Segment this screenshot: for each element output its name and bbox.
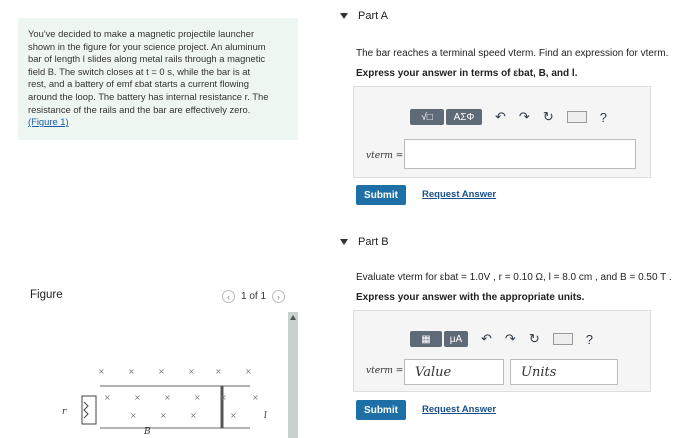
keyboard-icon[interactable] (566, 111, 587, 123)
magnetic-field-x: × × × × × × × × × × × × × × × × (98, 367, 259, 420)
matrix-button[interactable]: √□ (410, 109, 444, 125)
units-input[interactable]: Units (510, 359, 618, 385)
redo-icon[interactable]: ↷ (519, 109, 530, 125)
caret-down-icon (340, 239, 348, 245)
part-b-answer-box: ▦ μA ↶ ↷ ↻ ? vterm = Value Units (353, 310, 651, 392)
svg-text:×: × (104, 393, 111, 402)
svg-text:×: × (160, 411, 167, 420)
problem-line: field B. The switch closes at t = 0 s, w… (28, 65, 251, 77)
figure-scrollbar[interactable] (288, 312, 298, 438)
part-b-request-answer[interactable]: Request Answer (422, 404, 496, 415)
greek-button[interactable]: ΑΣΦ (446, 109, 482, 125)
chevron-left-icon[interactable]: ‹ (222, 290, 235, 303)
svg-text:×: × (245, 367, 252, 376)
value-input[interactable]: Value (404, 359, 504, 385)
svg-text:×: × (158, 367, 165, 376)
svg-text:×: × (230, 411, 237, 420)
part-b-header[interactable]: Part B (340, 236, 389, 248)
left-panel: You've decided to make a magnetic projec… (0, 0, 318, 438)
svg-text:×: × (220, 393, 227, 402)
label-B: B (143, 427, 151, 437)
problem-statement: You've decided to make a magnetic projec… (18, 18, 298, 140)
label-l: l (264, 411, 267, 421)
template-buttons: ▦ μA (410, 331, 468, 347)
caret-down-icon (340, 13, 348, 19)
part-a-question: The bar reaches a terminal speed vterm. … (356, 48, 669, 59)
part-a-request-answer[interactable]: Request Answer (422, 189, 496, 200)
figure-title: Figure (30, 289, 63, 301)
launcher-figure: × × × × × × × × × × × × × × × × r l B (62, 367, 267, 437)
problem-line: resistance of the rails and the bar are … (28, 103, 251, 115)
svg-text:×: × (188, 367, 195, 376)
help-icon[interactable]: ? (600, 110, 607, 125)
part-a-var-label: vterm = (366, 151, 404, 161)
problem-line: rest, and a battery of emf εbat starts a… (28, 78, 249, 90)
part-b-var-label: vterm = (366, 366, 404, 376)
reset-icon[interactable]: ↻ (543, 109, 554, 125)
svg-text:×: × (134, 393, 141, 402)
problem-line: bar of length l slides along metal rails… (28, 53, 266, 65)
right-panel: Part A The bar reaches a terminal speed … (318, 0, 700, 438)
undo-icon[interactable]: ↶ (495, 109, 506, 125)
svg-text:×: × (130, 411, 137, 420)
undo-icon[interactable]: ↶ (481, 331, 492, 347)
figure-link[interactable]: (Figure 1) (28, 116, 288, 129)
problem-line: shown in the figure for your science pro… (28, 40, 266, 52)
part-a-title: Part A (358, 10, 388, 22)
part-a-header[interactable]: Part A (340, 10, 388, 22)
units-button[interactable]: μA (444, 331, 468, 347)
battery-icon (81, 395, 97, 425)
svg-text:×: × (252, 393, 259, 402)
problem-line: around the loop. The battery has interna… (28, 90, 269, 102)
label-r: r (62, 407, 67, 417)
svg-text:×: × (215, 367, 222, 376)
part-b-title: Part B (358, 236, 389, 248)
svg-text:×: × (190, 411, 197, 420)
rails (100, 385, 250, 429)
template-button[interactable]: ▦ (410, 331, 442, 347)
help-icon[interactable]: ? (586, 332, 593, 347)
part-a-answer-input[interactable] (404, 139, 636, 169)
svg-text:×: × (98, 367, 105, 376)
part-a-submit-button[interactable]: Submit (356, 185, 406, 205)
svg-text:×: × (128, 367, 135, 376)
chevron-right-icon[interactable]: › (272, 290, 286, 303)
part-a-toolbar: √□ ΑΣΦ ↶ ↷ ↻ ? (410, 109, 607, 125)
template-buttons: √□ ΑΣΦ (410, 109, 482, 125)
part-b-toolbar: ▦ μA ↶ ↷ ↻ ? (410, 331, 593, 347)
part-b-instruction: Express your answer with the appropriate… (356, 292, 585, 303)
figure-pager: ‹ 1 of 1 › (222, 290, 286, 303)
scroll-up-icon[interactable] (290, 315, 296, 320)
part-b-submit-button[interactable]: Submit (356, 400, 406, 420)
problem-line: You've decided to make a magnetic projec… (28, 28, 255, 39)
redo-icon[interactable]: ↷ (505, 331, 516, 347)
svg-text:×: × (164, 393, 171, 402)
reset-icon[interactable]: ↻ (529, 331, 540, 347)
keyboard-icon[interactable] (552, 333, 573, 345)
part-a-answer-box: √□ ΑΣΦ ↶ ↷ ↻ ? vterm = (353, 86, 651, 178)
part-b-question: Evaluate vterm for εbat = 1.0V , r = 0.1… (356, 272, 672, 283)
part-a-instruction: Express your answer in terms of εbat, B,… (356, 68, 578, 79)
pager-text: 1 of 1 (241, 291, 267, 302)
svg-text:×: × (194, 393, 201, 402)
